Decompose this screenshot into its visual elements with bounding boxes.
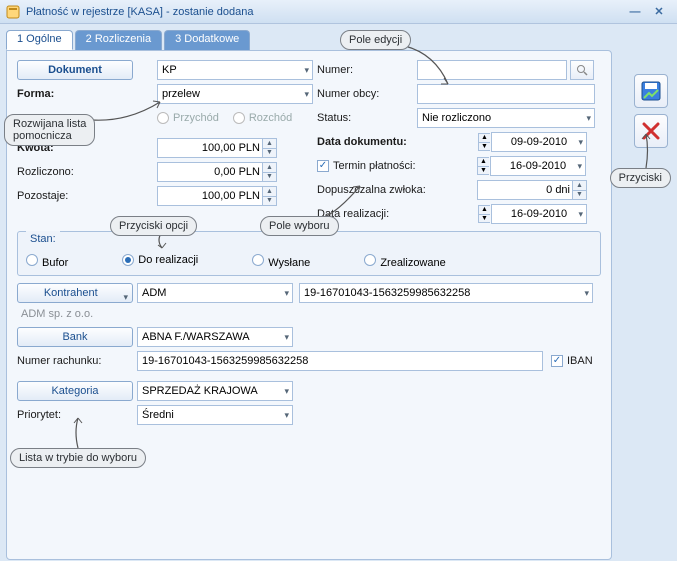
tab-rozliczenia[interactable]: 2 Rozliczenia — [75, 30, 162, 50]
rachunek-label: Numer rachunku: — [17, 355, 101, 367]
priorytet-label: Priorytet: — [17, 409, 61, 421]
save-disk-icon — [640, 80, 662, 102]
wyslane-radio[interactable] — [252, 254, 264, 266]
termin-check[interactable] — [317, 160, 329, 172]
chevron-down-icon: ▾ — [123, 288, 128, 306]
app-icon — [6, 5, 20, 19]
dokument-combo[interactable]: KP▾ — [157, 60, 313, 80]
callout-pole-edycji: Pole edycji — [340, 30, 411, 50]
rachunek-input[interactable]: 19-16701043-1563259985632258 — [137, 351, 543, 371]
minimize-button[interactable]: — — [623, 3, 647, 21]
termin-label: Termin płatności: — [333, 160, 416, 172]
kontrahent-button[interactable]: Kontrahent▾ — [17, 283, 133, 303]
bank-combo[interactable]: ABNA F./WARSZAWA▾ — [137, 327, 293, 347]
dokument-button[interactable]: Dokument — [17, 60, 133, 80]
przychod-radio — [157, 112, 169, 124]
rozliczono-input[interactable]: 0,00 PLN▲▼ — [157, 162, 277, 182]
kontrahent-combo[interactable]: ADM▾ — [137, 283, 293, 303]
forma-combo[interactable]: przelew▾ — [157, 84, 313, 104]
cancel-button[interactable] — [634, 114, 668, 148]
forma-label: Forma: — [17, 88, 54, 100]
close-button[interactable]: ✕ — [647, 3, 671, 21]
callout-przyciski: Przyciski — [610, 168, 671, 188]
numer-label: Numer: — [317, 64, 353, 76]
rozchod-radio — [233, 112, 245, 124]
tab-ogolne[interactable]: 1 Ogólne — [6, 30, 73, 50]
spin-up-icon[interactable]: ▲ — [262, 139, 276, 149]
kategoria-button[interactable]: Kategoria — [17, 381, 133, 401]
data-dok-label: Data dokumentu: — [317, 136, 407, 148]
bank-button[interactable]: Bank — [17, 327, 133, 347]
chevron-down-icon: ▾ — [304, 89, 309, 100]
stan-group: Stan: Bufor Do realizacji Wysłane Zreali… — [17, 231, 601, 276]
kontrahent-full: ADM sp. z o.o. — [21, 308, 601, 320]
realizacja-input[interactable]: ▲▼16-09-2010▾ — [491, 204, 587, 224]
rozliczono-label: Rozliczono: — [17, 166, 74, 178]
tab-dodatkowe[interactable]: 3 Dodatkowe — [164, 30, 250, 50]
stan-label: Stan: — [26, 231, 60, 247]
zwloka-label: Dopuszczalna zwłoka: — [317, 184, 426, 196]
search-icon — [576, 64, 588, 76]
kategoria-combo[interactable]: SPRZEDAŻ KRAJOWA▾ — [137, 381, 293, 401]
iban-label: IBAN — [567, 355, 593, 367]
priorytet-combo[interactable]: Średni▾ — [137, 405, 293, 425]
callout-lista-trybie: Lista w trybie do wyboru — [10, 448, 146, 468]
rozchod-label: Rozchód — [249, 112, 292, 124]
save-button[interactable] — [634, 74, 668, 108]
window-title: Płatność w rejestrze [KASA] - zostanie d… — [26, 6, 623, 18]
data-dok-input[interactable]: ▲▼09-09-2010▾ — [491, 132, 587, 152]
callout-przyciski-opcji: Przyciski opcji — [110, 216, 197, 236]
konto-combo[interactable]: 19-16701043-1563259985632258▾ — [299, 283, 593, 303]
kwota-input[interactable]: 100,00 PLN▲▼ — [157, 138, 277, 158]
close-x-icon — [641, 121, 661, 141]
numer-obcy-input[interactable] — [417, 84, 595, 104]
dorealizacji-radio[interactable] — [122, 254, 134, 266]
numer-obcy-label: Numer obcy: — [317, 88, 379, 100]
bufor-radio[interactable] — [26, 254, 38, 266]
zrealizowane-radio[interactable] — [364, 254, 376, 266]
lookup-button[interactable] — [570, 60, 594, 80]
numer-input[interactable] — [417, 60, 567, 80]
status-label: Status: — [317, 112, 351, 124]
spin-down-icon[interactable]: ▼ — [262, 149, 276, 158]
zwloka-input[interactable]: 0 dni▲▼ — [477, 180, 587, 200]
pozostaje-label: Pozostaje: — [17, 190, 68, 202]
termin-input[interactable]: ▲▼16-09-2010▾ — [490, 156, 586, 176]
przychod-label: Przychód — [173, 112, 219, 124]
pozostaje-input[interactable]: 100,00 PLN▲▼ — [157, 186, 277, 206]
callout-rozwijana: Rozwijana lista pomocnicza — [4, 114, 95, 146]
status-combo[interactable]: Nie rozliczono▾ — [417, 108, 595, 128]
callout-pole-wyboru: Pole wyboru — [260, 216, 339, 236]
chevron-down-icon: ▾ — [304, 65, 309, 76]
iban-check[interactable] — [551, 355, 563, 367]
